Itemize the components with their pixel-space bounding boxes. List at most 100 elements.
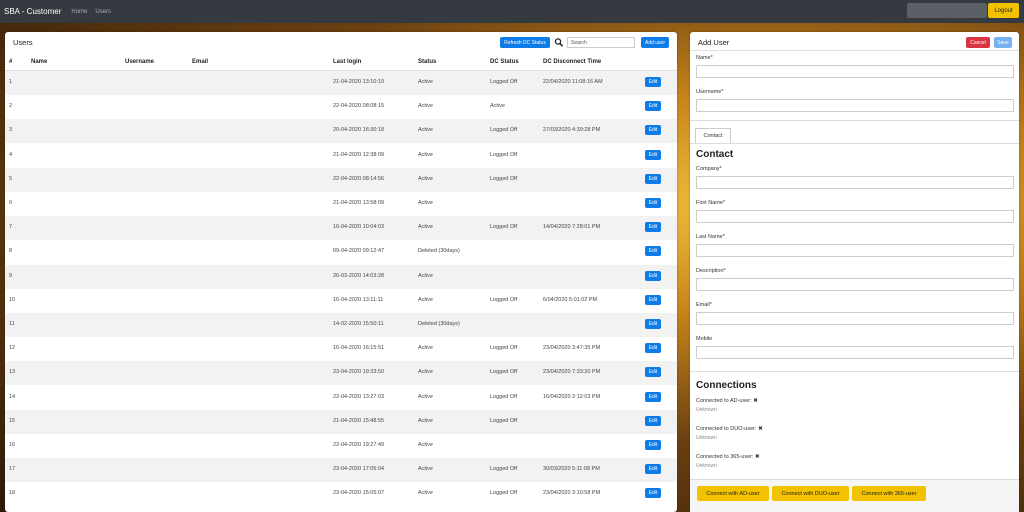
- cancel-button[interactable]: Cancel: [966, 37, 990, 48]
- row-number: 16: [9, 442, 16, 448]
- edit-button[interactable]: Edit: [645, 464, 661, 475]
- mobile-field[interactable]: [696, 346, 1014, 359]
- row-number: 5: [9, 175, 13, 182]
- edit-button[interactable]: Edit: [645, 391, 661, 402]
- table-row: 2 22-04-2020 08:08:15 Active Active Edit: [5, 95, 677, 119]
- divider: [690, 120, 1019, 121]
- row-status: Active: [418, 296, 433, 303]
- tab-contact[interactable]: Contact: [695, 128, 731, 143]
- first-name-field[interactable]: [696, 210, 1014, 223]
- column-header-username[interactable]: Username: [125, 59, 154, 65]
- edit-button[interactable]: Edit: [645, 246, 661, 257]
- column-header-status[interactable]: Status: [418, 59, 436, 65]
- close-icon: ✖: [758, 426, 763, 432]
- column-header-email[interactable]: Email: [192, 59, 208, 65]
- divider: [690, 50, 1019, 51]
- row-dc-status: Active: [490, 103, 505, 110]
- edit-button[interactable]: Edit: [645, 173, 661, 184]
- row-number: 2: [9, 103, 13, 110]
- edit-button[interactable]: Edit: [645, 77, 661, 87]
- row-number: 6: [9, 200, 13, 206]
- brand-title[interactable]: SBA - Customer: [4, 7, 61, 16]
- row-last-login: 21-04-2020 13:10:10: [333, 79, 385, 85]
- row-status: Active: [418, 393, 433, 400]
- search-input[interactable]: [567, 37, 635, 48]
- row-last-login: 22-04-2020 08:14:56: [333, 175, 385, 182]
- nav-link-users[interactable]: Users: [95, 9, 111, 15]
- row-dc-status: Logged Off: [490, 417, 518, 424]
- row-dc-status: Logged Off: [490, 393, 518, 400]
- row-number: 3: [9, 127, 13, 134]
- row-number: 7: [9, 224, 13, 231]
- name-label: Name*: [696, 55, 713, 61]
- edit-button[interactable]: Edit: [645, 125, 661, 136]
- column-header-dc-disconnect-time[interactable]: DC Disconnect Time: [543, 59, 601, 65]
- row-last-login: 23-04-2020 15:05:07: [333, 490, 385, 497]
- table-row: 7 16-04-2020 10:04:03 Active Logged Off 14/0…: [5, 216, 677, 241]
- edit-button[interactable]: Edit: [645, 294, 661, 305]
- edit-button[interactable]: Edit: [645, 440, 661, 450]
- edit-button[interactable]: Edit: [645, 367, 661, 378]
- connect-365-user-button[interactable]: Connect with 365-user: [852, 486, 926, 501]
- row-status: Active: [418, 272, 433, 279]
- table-row: 6 21-04-2020 13:58:09 Active Edit: [5, 192, 677, 216]
- username-field[interactable]: [696, 99, 1014, 112]
- row-last-login: 21-04-2020 13:58:09: [333, 200, 385, 206]
- row-status: Active: [418, 466, 433, 473]
- table-row: 17 23-04-2020 17:05:04 Active Logged Off 30/…: [5, 458, 677, 483]
- edit-button[interactable]: Edit: [645, 222, 661, 233]
- edit-button[interactable]: Edit: [645, 270, 661, 281]
- name-field[interactable]: [696, 65, 1014, 78]
- edit-button[interactable]: Edit: [645, 343, 661, 354]
- edit-button[interactable]: Edit: [645, 488, 661, 499]
- edit-button[interactable]: Edit: [645, 149, 661, 160]
- connect-duo-user-button[interactable]: Connect with DUO-user: [772, 486, 849, 501]
- table-header: # Name Username Email Last login Status …: [5, 56, 677, 71]
- row-dc-status: Logged Off: [490, 466, 518, 473]
- last-name-field[interactable]: [696, 244, 1014, 257]
- row-status: Active: [418, 345, 433, 352]
- row-dc-disconnect-time: 23/04/2020 3:47:35 PM: [543, 345, 601, 352]
- row-number: 4: [9, 151, 13, 158]
- connection-duo-status: Unknown: [696, 435, 717, 441]
- company-field[interactable]: [696, 176, 1014, 189]
- edit-button[interactable]: Edit: [645, 319, 661, 329]
- edit-button[interactable]: Edit: [645, 198, 661, 208]
- row-number: 14: [9, 393, 16, 400]
- row-last-login: 16-04-2020 10:04:03: [333, 224, 385, 231]
- column-header-name[interactable]: Name: [31, 59, 47, 65]
- user-account-box[interactable]: [907, 3, 987, 18]
- navbar: SBA - Customer Home Users Logout: [0, 0, 1024, 23]
- description-label: Description*: [696, 268, 726, 274]
- search-icon[interactable]: [554, 37, 564, 48]
- row-number: 10: [9, 296, 16, 303]
- row-dc-status: Logged Off: [490, 345, 518, 352]
- column-header-dc-status[interactable]: DC Status: [490, 59, 519, 65]
- row-last-login: 09-04-2020 09:12:47: [333, 248, 385, 255]
- row-status: Active: [418, 200, 433, 206]
- row-status: Deleted (30days): [418, 248, 460, 255]
- table-row: 3 20-04-2020 16:30:18 Active Logged Off 27/0…: [5, 119, 677, 144]
- column-header-last-login[interactable]: Last login: [333, 59, 361, 65]
- table-row: 13 23-04-2020 19:33:50 Active Logged Off 23/…: [5, 361, 677, 386]
- refresh-dc-status-button[interactable]: Refresh DC Status: [500, 37, 550, 48]
- save-button[interactable]: Save: [994, 37, 1012, 48]
- connection-duo-label: Connected to DUO-user: ✖: [696, 426, 763, 432]
- nav-link-home[interactable]: Home: [71, 9, 87, 15]
- connect-ad-user-button[interactable]: Connect with AD-user: [697, 486, 769, 501]
- table-row: 1 21-04-2020 13:10:10 Active Logged Off 22/0…: [5, 71, 677, 95]
- description-field[interactable]: [696, 278, 1014, 291]
- logout-button[interactable]: Logout: [988, 3, 1019, 18]
- last-name-label: Last Name*: [696, 234, 725, 240]
- row-dc-disconnect-time: 22/04/2020 11:08:16 AM: [543, 79, 603, 85]
- connection-365-label: Connected to 365-user: ✖: [696, 454, 760, 460]
- row-number: 1: [9, 79, 13, 85]
- email-field[interactable]: [696, 312, 1014, 325]
- edit-button[interactable]: Edit: [645, 101, 661, 112]
- add-user-button[interactable]: Add user: [641, 37, 669, 48]
- table-row: 18 23-04-2020 15:05:07 Active Logged Off 23/…: [5, 482, 677, 506]
- table-row: 11 14-02-2020 15:50:11 Deleted (30days) Edi…: [5, 313, 677, 337]
- edit-button[interactable]: Edit: [645, 415, 661, 426]
- row-number: 18: [9, 490, 16, 497]
- row-dc-status: Logged Off: [490, 296, 518, 303]
